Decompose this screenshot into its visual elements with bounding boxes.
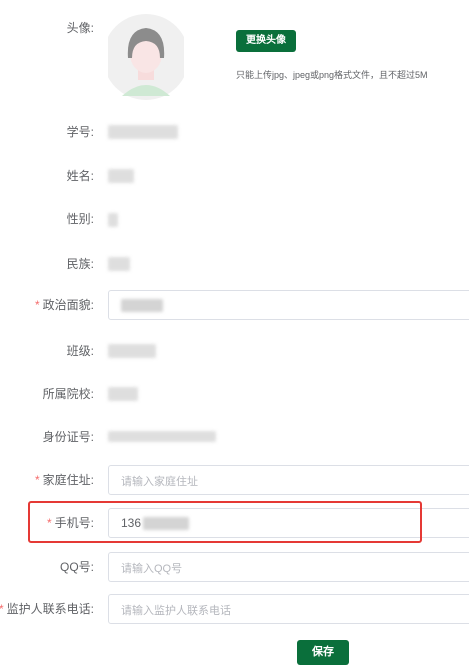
avatar-label: 头像:: [66, 21, 94, 35]
phone-value: 136: [121, 516, 142, 530]
class-row: 班级:: [0, 341, 469, 361]
gender-value: [108, 213, 118, 227]
political-status-label: * 政治面貌:: [35, 297, 94, 313]
required-marker: *: [46, 516, 52, 530]
class-value: [108, 344, 156, 358]
change-avatar-button[interactable]: 更换头像: [236, 30, 296, 52]
political-status-value: [121, 299, 163, 312]
ethnicity-value: [108, 257, 130, 271]
political-status-label-text: 政治面貌:: [42, 298, 94, 312]
political-status-select[interactable]: [108, 290, 469, 320]
home-address-placeholder: 请输入家庭住址: [121, 476, 198, 488]
home-address-label-text: 家庭住址:: [42, 473, 94, 487]
student-id-label: 学号:: [66, 125, 94, 139]
name-label: 姓名:: [66, 169, 94, 183]
home-address-input[interactable]: 请输入家庭住址: [108, 465, 469, 495]
home-address-label: * 家庭住址:: [35, 472, 94, 488]
ethnicity-row: 民族:: [0, 254, 469, 274]
qq-row: QQ号: 请输入QQ号: [0, 552, 469, 582]
ethnicity-label: 民族:: [66, 257, 94, 271]
school-row: 所属院校:: [0, 384, 469, 404]
gender-label: 性别:: [66, 212, 94, 226]
student-id-row: 学号:: [0, 122, 469, 142]
student-id-value: [108, 125, 178, 139]
avatar-row: 头像: 更换头像 只能上传jpg、jpeg或png格式文件，且不超过5M: [0, 14, 469, 106]
guardian-phone-input[interactable]: 请输入监护人联系电话: [108, 594, 469, 624]
guardian-phone-label-text: 监护人联系电话:: [6, 602, 94, 616]
political-status-row: * 政治面貌:: [0, 290, 469, 320]
required-marker: *: [0, 602, 4, 616]
avatar-upload-hint: 只能上传jpg、jpeg或png格式文件，且不超过5M: [236, 70, 428, 80]
avatar-image: [103, 14, 189, 100]
qq-label: QQ号:: [59, 560, 94, 574]
guardian-phone-placeholder: 请输入监护人联系电话: [121, 605, 231, 617]
home-address-row: * 家庭住址: 请输入家庭住址: [0, 465, 469, 495]
class-label: 班级:: [66, 344, 94, 358]
qq-input[interactable]: 请输入QQ号: [108, 552, 469, 582]
phone-row: * 手机号: 136: [0, 508, 469, 538]
id-number-value: [108, 431, 216, 442]
name-value: [108, 169, 134, 183]
phone-input[interactable]: 136: [108, 508, 469, 538]
guardian-phone-label: *监护人联系电话:: [0, 601, 94, 617]
name-row: 姓名:: [0, 166, 469, 186]
phone-label-text: 手机号:: [54, 516, 94, 530]
save-button[interactable]: 保存: [297, 640, 349, 665]
phone-value-redacted: [143, 517, 189, 530]
id-number-row: 身份证号:: [0, 427, 469, 447]
phone-label: * 手机号:: [47, 515, 94, 531]
qq-placeholder: 请输入QQ号: [121, 563, 183, 575]
gender-row: 性别:: [0, 209, 469, 229]
school-value: [108, 387, 138, 401]
required-marker: *: [34, 298, 40, 312]
id-number-label: 身份证号:: [42, 430, 94, 444]
guardian-phone-row: *监护人联系电话: 请输入监护人联系电话: [0, 594, 469, 624]
school-label: 所属院校:: [42, 387, 94, 401]
required-marker: *: [34, 473, 40, 487]
